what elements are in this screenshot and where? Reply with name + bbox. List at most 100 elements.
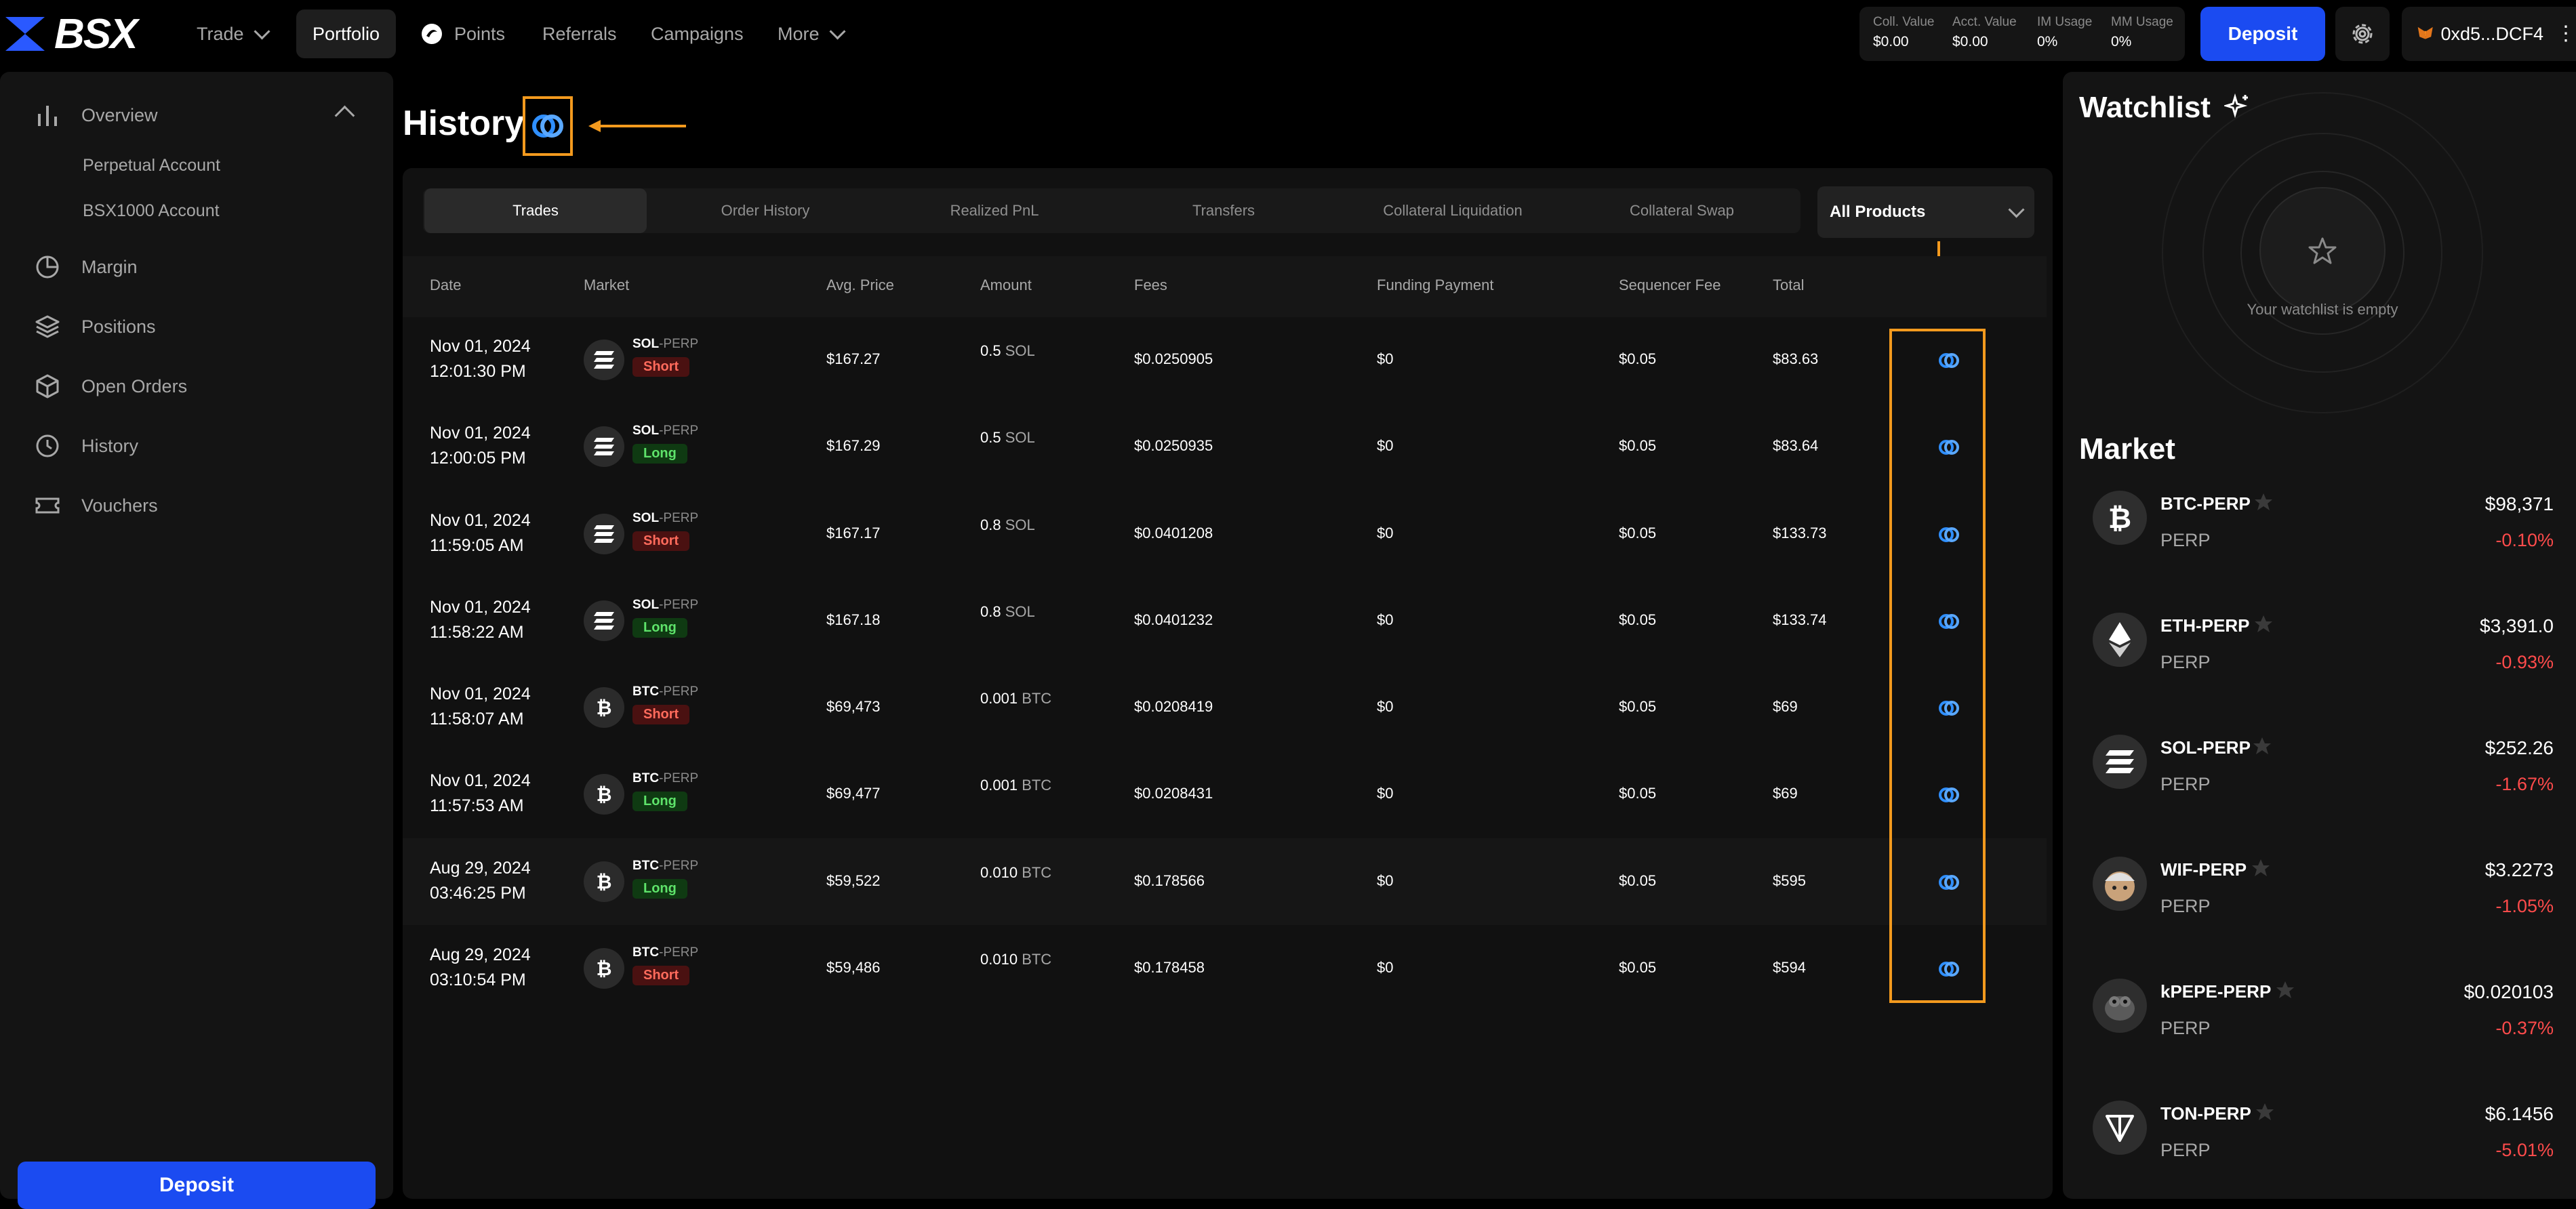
sidebar-item-positions[interactable]: Positions: [34, 306, 156, 347]
market-suffix: -PERP: [659, 424, 699, 438]
market-row[interactable]: ETH-PERP PERP $3,391.0 -0.93%: [2079, 600, 2554, 709]
market-cell: BTC-PERP Short: [632, 684, 698, 724]
stat-value: 0%: [2111, 34, 2132, 49]
column-header-market: Market: [584, 276, 630, 293]
sidebar-item-history[interactable]: History: [34, 426, 138, 466]
market-asset: SOL: [632, 424, 660, 438]
avg-price: $59,486: [826, 959, 881, 976]
side-badge: Short: [632, 531, 690, 551]
market-cell: BTC-PERP Long: [632, 771, 698, 811]
star-outline-icon: [2308, 237, 2337, 264]
trade-date: Nov 01, 2024: [430, 598, 531, 617]
chevron-down-icon: [2008, 201, 2025, 218]
market-row[interactable]: TON-PERP PERP $6.1456 -5.01%: [2079, 1088, 2554, 1197]
watchlist-empty-text: Your watchlist is empty: [2247, 301, 2398, 318]
settings-button[interactable]: [2335, 7, 2390, 61]
star-icon[interactable]: [2253, 492, 2274, 512]
trade-datetime: Aug 29, 2024 03:10:54 PM: [430, 945, 531, 990]
tab-order-history[interactable]: Order History: [651, 188, 880, 233]
nav-points[interactable]: Points: [420, 0, 505, 68]
sequencer-fee: $0.05: [1619, 872, 1657, 889]
sidebar-item-open-orders[interactable]: Open Orders: [34, 366, 187, 407]
star-icon[interactable]: [2275, 980, 2295, 1000]
sidebar-item-overview[interactable]: Overview: [34, 95, 158, 136]
nav-campaigns[interactable]: Campaigns: [651, 0, 744, 68]
ticket-icon: [35, 497, 60, 514]
market-row[interactable]: kPEPE-PERP PERP $0.020103 -0.37%: [2079, 966, 2554, 1075]
star-icon[interactable]: [2251, 858, 2271, 878]
sidebar-item-margin[interactable]: Margin: [34, 247, 138, 287]
amount-unit: SOL: [1005, 342, 1035, 359]
stat-value: $0.00: [1873, 34, 1909, 49]
tab-collateral-swap[interactable]: Collateral Swap: [1567, 188, 1796, 233]
column-header-total: Total: [1773, 276, 1805, 293]
market-suffix: -PERP: [659, 337, 699, 351]
nav-more[interactable]: More: [778, 0, 846, 68]
market-row[interactable]: WIF-PERP PERP $3.2273 -1.05%: [2079, 844, 2554, 953]
product-filter-select[interactable]: All Products: [1817, 186, 2034, 238]
market-price: $3,391.0: [2480, 615, 2554, 636]
sidebar-deposit-button[interactable]: Deposit: [18, 1162, 376, 1209]
side-badge: Short: [632, 357, 690, 377]
star-icon[interactable]: [2255, 1102, 2275, 1122]
market-row[interactable]: ₿ BTC-PERP PERP $98,371 -0.10%: [2079, 478, 2554, 587]
layers-icon: [35, 315, 60, 338]
nav-trade[interactable]: Trade: [197, 0, 270, 68]
sidebar-item-label: Overview: [81, 104, 158, 125]
sidebar-item-vouchers[interactable]: Vouchers: [34, 485, 158, 526]
star-icon[interactable]: [2253, 614, 2274, 634]
tab-realized-pnl[interactable]: Realized PnL: [880, 188, 1109, 233]
tab-trades[interactable]: Trades: [424, 188, 647, 233]
fees: $0.0250935: [1134, 437, 1213, 454]
amount-unit: SOL: [1005, 516, 1035, 533]
header-deposit-button[interactable]: Deposit: [2200, 7, 2325, 61]
fees: $0.0250905: [1134, 350, 1213, 367]
trade-time: 11:58:22 AM: [430, 623, 524, 642]
market-change: -1.67%: [2495, 774, 2554, 794]
funding-payment: $0: [1377, 872, 1394, 889]
funding-payment: $0: [1377, 959, 1394, 976]
gear-icon: [2352, 24, 2373, 44]
bsx-logo[interactable]: BSX: [5, 11, 158, 58]
amount: 0.5 SOL: [980, 342, 1035, 360]
more-vertical-icon[interactable]: ⋮: [2556, 24, 2576, 44]
nav-more-label: More: [778, 23, 820, 44]
top-navigation: BSX Trade Portfolio Points Referrals Cam…: [0, 0, 2576, 68]
nav-portfolio[interactable]: Portfolio: [296, 9, 397, 58]
tab-transfers[interactable]: Transfers: [1109, 188, 1338, 233]
explorer-link-icon[interactable]: [530, 108, 565, 144]
sidebar-item-perpetual-account[interactable]: Perpetual Account: [83, 156, 220, 176]
trade-time: 12:00:05 PM: [430, 449, 526, 468]
tab-collateral-liquidation[interactable]: Collateral Liquidation: [1338, 188, 1567, 233]
market-row[interactable]: SOL-PERP PERP $252.26 -1.67%: [2079, 722, 2554, 831]
market-title: Market: [2079, 432, 2175, 466]
amount: 0.001 BTC: [980, 690, 1051, 708]
market-asset: BTC: [632, 859, 660, 873]
market-name: TON-PERP: [2160, 1103, 2251, 1124]
market-type: PERP: [2160, 530, 2211, 550]
wallet-button[interactable]: 0xd5...DCF4 ⋮: [2402, 7, 2576, 61]
star-icon[interactable]: [2252, 736, 2272, 756]
market-suffix: -PERP: [659, 945, 699, 960]
market-type: PERP: [2160, 1140, 2211, 1160]
stat-label: Acct. Value: [1952, 15, 2017, 29]
sidebar-item-label: History: [81, 435, 139, 456]
amount: 0.8 SOL: [980, 603, 1035, 621]
column-header-funding-payment: Funding Payment: [1377, 276, 1494, 293]
chevron-down-icon: [828, 22, 846, 40]
btc-icon: ₿: [2093, 491, 2147, 545]
total: $69: [1773, 698, 1798, 715]
box-icon: [36, 374, 59, 398]
fees: $0.0401232: [1134, 611, 1213, 628]
market-price: $98,371: [2484, 493, 2554, 514]
amount: 0.010 BTC: [980, 864, 1051, 882]
nav-referrals[interactable]: Referrals: [542, 0, 617, 68]
amount-value: 0.001: [980, 777, 1018, 794]
sidebar-item-bsx1000-account[interactable]: BSX1000 Account: [83, 201, 220, 221]
market-change: -0.37%: [2495, 1018, 2554, 1038]
fees: $0.178458: [1134, 959, 1205, 976]
market-name: SOL-PERP: [632, 337, 698, 352]
wallet-address: 0xd5...DCF4: [2440, 23, 2543, 44]
side-badge: Short: [632, 705, 690, 724]
stat-value: 0%: [2037, 34, 2058, 49]
